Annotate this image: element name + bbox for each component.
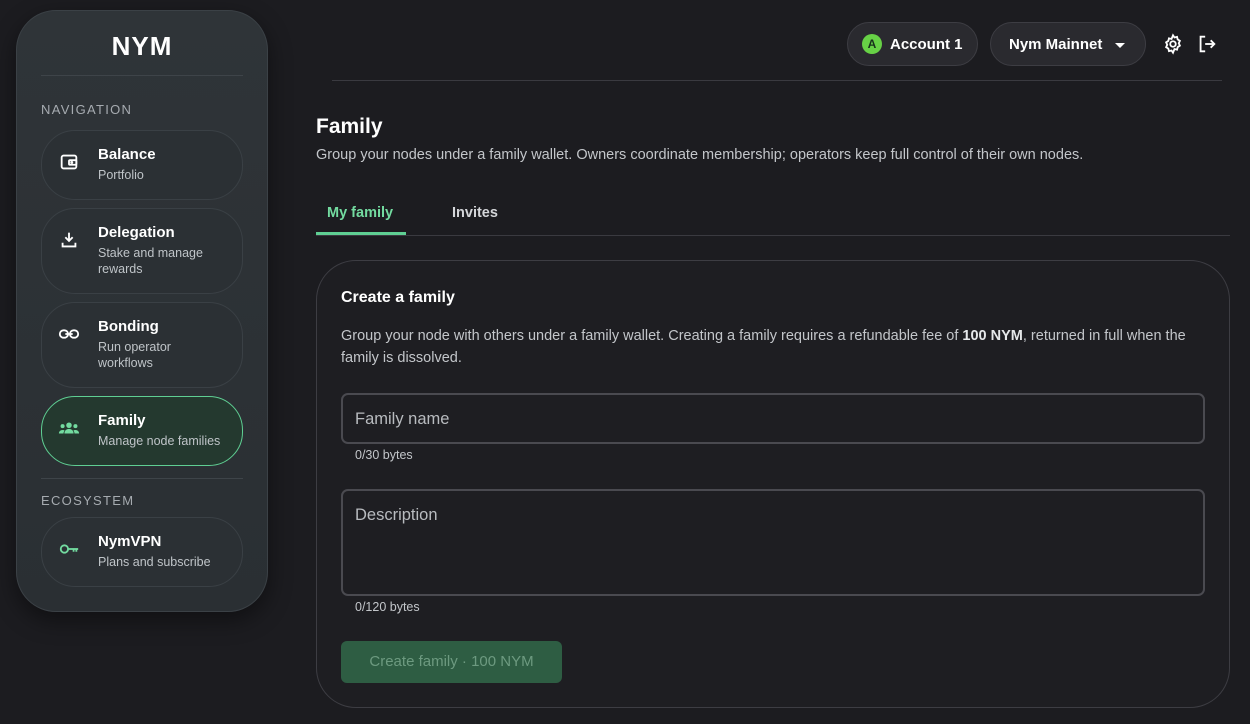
sidebar-item-subtitle: Portfolio [98, 168, 144, 182]
description-textarea[interactable]: Description [341, 489, 1205, 596]
sidebar-item-nymvpn[interactable]: NymVPN Plans and subscribe [41, 517, 243, 587]
card-title: Create a family [341, 289, 455, 306]
sidebar-divider [41, 75, 243, 76]
description-byte-counter: 0/120 bytes [355, 600, 420, 614]
page-title: Family [316, 115, 383, 138]
sidebar-item-subtitle: Manage node families [98, 434, 221, 448]
nym-logo[interactable]: NYM [17, 31, 267, 62]
create-family-card: Create a family Group your node with oth… [316, 260, 1230, 708]
family-name-input[interactable]: Family name [341, 393, 1205, 444]
network-label: Nym Mainnet [1009, 36, 1103, 53]
link-icon [58, 323, 80, 345]
sidebar-item-subtitle: Stake and manage rewards [98, 246, 203, 276]
download-icon [58, 229, 80, 251]
wallet-icon [58, 151, 80, 173]
description-placeholder: Description [355, 506, 438, 524]
sidebar-item-subtitle: Run operator workflows [98, 340, 171, 370]
sidebar-item-subtitle: Plans and subscribe [98, 555, 211, 569]
sidebar-item-balance[interactable]: Balance Portfolio [41, 130, 243, 200]
tab-invites[interactable]: Invites [452, 205, 498, 221]
tabs-divider [316, 235, 1230, 236]
tab-my-family[interactable]: My family [327, 205, 393, 221]
card-description: Group your node with others under a fami… [341, 325, 1211, 369]
sidebar-item-title: Balance [98, 146, 156, 163]
account-label: Account 1 [890, 36, 963, 53]
sidebar-item-title: Bonding [98, 318, 159, 335]
chevron-down-icon [1115, 43, 1125, 48]
sidebar-item-delegation[interactable]: Delegation Stake and manage rewards [41, 208, 243, 294]
group-icon [58, 417, 80, 439]
logout-icon[interactable] [1196, 33, 1218, 55]
page-subtitle: Group your nodes under a family wallet. … [316, 147, 1084, 163]
description-text: Group your node with others under a fami… [341, 328, 963, 344]
create-family-button[interactable]: Create family · 100 NYM [341, 641, 562, 683]
network-selector[interactable]: Nym Mainnet [990, 22, 1146, 66]
sidebar-item-title: Delegation [98, 224, 175, 241]
header-divider [332, 80, 1222, 81]
gear-icon[interactable] [1162, 33, 1184, 55]
family-name-byte-counter: 0/30 bytes [355, 448, 413, 462]
sidebar: NYM NAVIGATION Balance Portfolio Delegat… [16, 10, 268, 612]
active-tab-indicator [316, 232, 406, 235]
sidebar-item-bonding[interactable]: Bonding Run operator workflows [41, 302, 243, 388]
family-name-placeholder: Family name [355, 410, 450, 428]
ecosystem-section-label: ECOSYSTEM [41, 493, 135, 508]
fee-amount: 100 NYM [962, 328, 1023, 344]
sidebar-item-title: Family [98, 412, 146, 429]
key-icon [58, 538, 80, 560]
account-switcher[interactable]: A Account 1 [847, 22, 978, 66]
navigation-section-label: NAVIGATION [41, 102, 133, 117]
avatar: A [862, 34, 882, 54]
sidebar-divider [41, 478, 243, 479]
sidebar-item-family[interactable]: Family Manage node families [41, 396, 243, 466]
sidebar-item-title: NymVPN [98, 533, 162, 550]
